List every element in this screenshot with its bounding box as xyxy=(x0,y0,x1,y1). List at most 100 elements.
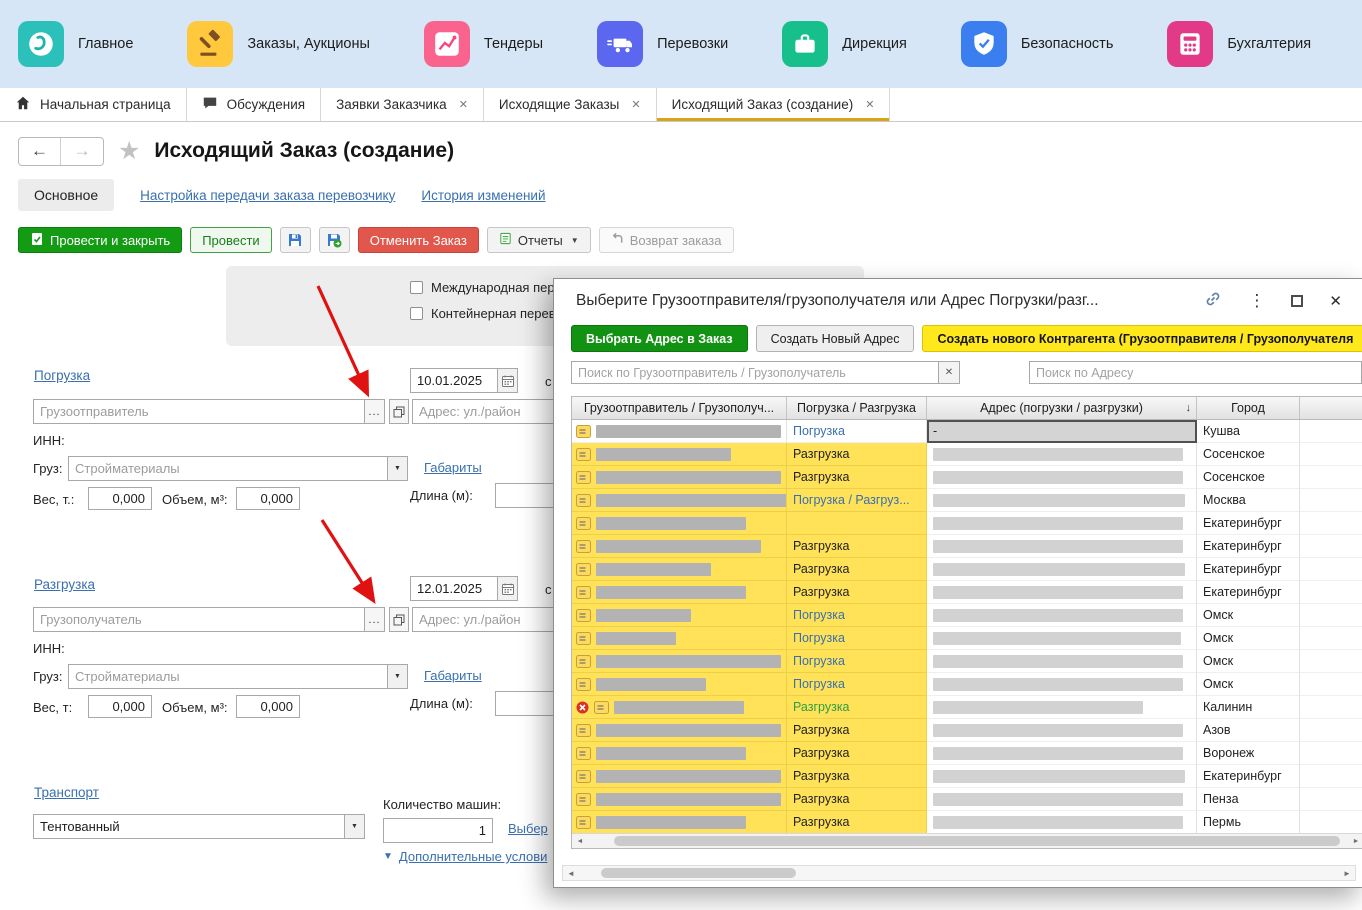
nav-item-direction[interactable]: Дирекция xyxy=(782,21,907,67)
table-row[interactable]: Погрузка - Кушва xyxy=(572,420,1362,443)
save-button[interactable] xyxy=(279,227,311,253)
calendar-icon[interactable] xyxy=(498,576,518,601)
tab-home[interactable]: Начальная страница xyxy=(0,88,187,121)
cell-party[interactable] xyxy=(572,466,787,489)
cell-city[interactable]: Кушва xyxy=(1197,420,1300,443)
loading-volume-input[interactable] xyxy=(236,487,300,510)
forward-arrow-icon[interactable]: → xyxy=(61,138,103,165)
cell-type[interactable]: Погрузка xyxy=(787,604,927,627)
return-order-button[interactable]: Возврат заказа xyxy=(598,227,734,253)
subtab-change-history[interactable]: История изменений xyxy=(421,188,545,203)
dialog-close-icon[interactable]: ✕ xyxy=(1329,292,1342,310)
cell-city[interactable]: Омск xyxy=(1197,604,1300,627)
table-row[interactable]: Погрузка / Разгруз... Москва xyxy=(572,489,1362,512)
nav-item-tenders[interactable]: Тендеры xyxy=(423,21,543,67)
cell-type[interactable]: Разгрузка xyxy=(787,811,927,834)
cell-party[interactable] xyxy=(572,719,787,742)
column-header-party[interactable]: Грузоотправитель / Грузополуч... xyxy=(572,397,787,419)
cell-city[interactable]: Екатеринбург xyxy=(1197,558,1300,581)
cell-city[interactable]: Екатеринбург xyxy=(1197,765,1300,788)
loading-dimensions-link[interactable]: Габариты xyxy=(424,460,482,475)
cell-type[interactable]: Разгрузка xyxy=(787,535,927,558)
table-row[interactable]: Погрузка Омск xyxy=(572,673,1362,696)
cell-address[interactable] xyxy=(927,604,1197,627)
cell-type[interactable]: Разгрузка xyxy=(787,742,927,765)
cell-address[interactable] xyxy=(927,811,1197,834)
table-row[interactable]: Разгрузка Екатеринбург xyxy=(572,765,1362,788)
cell-party[interactable] xyxy=(572,535,787,558)
cell-city[interactable]: Москва xyxy=(1197,489,1300,512)
close-tab-icon[interactable]: ✕ xyxy=(865,98,874,111)
nav-item-main[interactable]: Главное xyxy=(18,21,133,67)
cell-party[interactable] xyxy=(572,696,787,719)
cell-address[interactable] xyxy=(927,535,1197,558)
cell-party[interactable] xyxy=(572,765,787,788)
search-party-input[interactable] xyxy=(571,361,939,384)
table-row[interactable]: Разгрузка Екатеринбург xyxy=(572,581,1362,604)
cell-city[interactable]: Пенза xyxy=(1197,788,1300,811)
table-row[interactable]: Разгрузка Екатеринбург xyxy=(572,535,1362,558)
cell-party[interactable] xyxy=(572,489,787,512)
cell-address[interactable] xyxy=(927,489,1197,512)
column-header-city[interactable]: Город xyxy=(1197,397,1300,419)
create-address-button[interactable]: Создать Новый Адрес xyxy=(755,325,915,352)
dropdown-arrow-icon[interactable]: ▼ xyxy=(388,664,408,689)
cell-type[interactable]: Разгрузка xyxy=(787,443,927,466)
cell-party[interactable] xyxy=(572,650,787,673)
cell-type[interactable]: Погрузка xyxy=(787,650,927,673)
cell-city[interactable]: Пермь xyxy=(1197,811,1300,834)
tab-outgoing-orders[interactable]: Исходящие Заказы ✕ xyxy=(484,88,657,121)
cell-address[interactable] xyxy=(927,443,1197,466)
cell-party[interactable] xyxy=(572,604,787,627)
close-tab-icon[interactable]: ✕ xyxy=(459,98,468,111)
cell-type[interactable]: Разгрузка xyxy=(787,581,927,604)
cell-address[interactable] xyxy=(927,627,1197,650)
cell-city[interactable]: Калинин xyxy=(1197,696,1300,719)
nav-item-auctions[interactable]: Заказы, Аукционы xyxy=(187,21,370,67)
cell-city[interactable]: Азов xyxy=(1197,719,1300,742)
cell-party[interactable] xyxy=(572,512,787,535)
table-row[interactable]: Разгрузка Сосенское xyxy=(572,443,1362,466)
subtab-main[interactable]: Основное xyxy=(18,179,115,211)
maximize-icon[interactable] xyxy=(1291,295,1304,307)
post-button[interactable]: Провести xyxy=(190,227,272,253)
consignee-open-icon[interactable] xyxy=(389,607,409,632)
cell-party[interactable] xyxy=(572,742,787,765)
transport-section-link[interactable]: Транспорт xyxy=(34,785,99,800)
search-address-input[interactable] xyxy=(1029,361,1362,384)
scroll-right-icon[interactable]: ► xyxy=(1348,838,1362,845)
table-row[interactable]: Разгрузка Азов xyxy=(572,719,1362,742)
shipper-input[interactable] xyxy=(33,399,365,424)
cell-city[interactable]: Екатеринбург xyxy=(1197,512,1300,535)
link-icon[interactable] xyxy=(1204,290,1222,313)
cell-type[interactable]: Погрузка xyxy=(787,420,927,443)
cell-address[interactable] xyxy=(927,558,1197,581)
cell-party[interactable] xyxy=(572,581,787,604)
table-row[interactable]: Погрузка Омск xyxy=(572,604,1362,627)
cell-party[interactable] xyxy=(572,558,787,581)
cell-type[interactable]: Разгрузка xyxy=(787,466,927,489)
consignee-input[interactable] xyxy=(33,607,365,632)
scroll-left-icon[interactable]: ◄ xyxy=(572,838,588,845)
table-row[interactable]: Разгрузка Пенза xyxy=(572,788,1362,811)
cell-address[interactable] xyxy=(927,650,1197,673)
dropdown-arrow-icon[interactable]: ▼ xyxy=(388,456,408,481)
loading-weight-input[interactable] xyxy=(88,487,152,510)
cell-type[interactable]: Разгрузка xyxy=(787,765,927,788)
back-arrow-icon[interactable]: ← xyxy=(19,137,61,165)
close-tab-icon[interactable]: ✕ xyxy=(631,98,640,111)
cell-address[interactable] xyxy=(927,742,1197,765)
post-and-close-button[interactable]: Провести и закрыть xyxy=(18,227,183,253)
more-menu-icon[interactable]: ⋮ xyxy=(1248,291,1265,311)
cell-city[interactable]: Екатеринбург xyxy=(1197,535,1300,558)
additional-conditions-expander[interactable]: ▼ Дополнительные услови xyxy=(383,849,547,864)
column-header-address[interactable]: Адрес (погрузки / разгрузки) ↓ xyxy=(927,397,1197,419)
calendar-icon[interactable] xyxy=(498,368,518,393)
table-horizontal-scrollbar[interactable]: ◄ ► xyxy=(572,833,1362,848)
table-row[interactable]: Погрузка Омск xyxy=(572,650,1362,673)
table-row[interactable]: Разгрузка Воронеж xyxy=(572,742,1362,765)
cell-party[interactable] xyxy=(572,443,787,466)
cell-city[interactable]: Омск xyxy=(1197,673,1300,696)
cell-city[interactable]: Екатеринбург xyxy=(1197,581,1300,604)
cell-city[interactable]: Омск xyxy=(1197,650,1300,673)
